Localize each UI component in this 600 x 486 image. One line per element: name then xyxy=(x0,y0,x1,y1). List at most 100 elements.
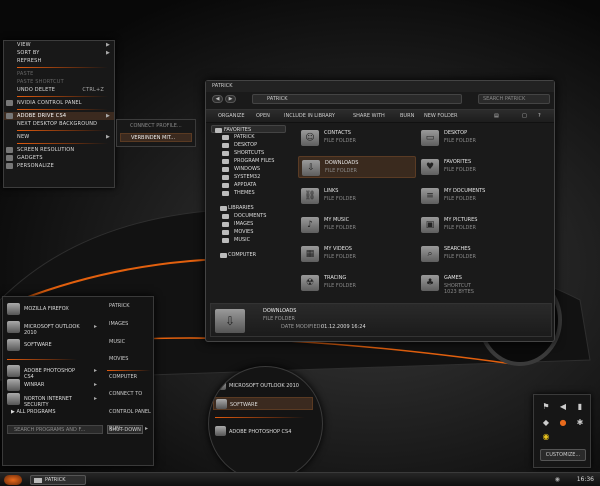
preview-pane-icon[interactable]: □ xyxy=(522,113,527,119)
start-button[interactable] xyxy=(4,475,22,485)
nav-item-movies[interactable]: Movies xyxy=(208,228,286,236)
forward-button[interactable]: ▶ xyxy=(225,95,236,103)
start-link-patrick[interactable]: Patrick xyxy=(109,303,130,309)
start-search-input[interactable]: Search programs and f... xyxy=(7,425,103,434)
menu-item-next-desktop-background[interactable]: Next desktop background xyxy=(4,120,114,128)
search-input[interactable]: Search Patrick xyxy=(478,94,550,104)
include-in-library-button[interactable]: Include in library xyxy=(284,113,335,119)
file-tile-desktop[interactable]: ▭ Desktop File folder xyxy=(418,127,536,149)
explorer-window: Patrick ◀ ▶ Patrick Search Patrick Organ… xyxy=(205,80,555,342)
menu-item-refresh[interactable]: Refresh xyxy=(4,57,114,65)
flag-icon[interactable]: ⚑ xyxy=(542,403,550,411)
program-microsoft-outlook-2010[interactable]: Microsoft Outlook 2010 ▸ xyxy=(7,321,97,336)
menu-item-personalize[interactable]: Personalize xyxy=(4,162,114,170)
nav-item-music[interactable]: Music xyxy=(208,236,286,244)
tray-expand-icon[interactable]: ◉ xyxy=(555,476,560,483)
file-tile-tracing[interactable]: ☢ Tracing File folder xyxy=(298,272,416,294)
help-icon[interactable]: ? xyxy=(538,113,541,119)
file-tile-searches[interactable]: ⌕ Searches File folder xyxy=(418,243,536,265)
start-link-movies[interactable]: Movies xyxy=(109,356,128,362)
nav-item-patrick[interactable]: Patrick xyxy=(208,133,286,141)
nav-item-label: Patrick xyxy=(234,134,255,140)
nav-item-label: Shortcuts xyxy=(234,150,265,156)
file-tile-games[interactable]: ♣ Games Shortcut 1023 bytes xyxy=(418,272,536,295)
burn-button[interactable]: Burn xyxy=(400,113,414,119)
downloads-folder-icon: ⇩ xyxy=(302,160,320,176)
program-norton-internet-security[interactable]: Norton Internet Security ▸ xyxy=(7,393,97,411)
command-bar: Organize Open Include in library Share w… xyxy=(206,109,554,123)
clock[interactable]: 16:36 xyxy=(577,476,594,483)
file-tile-downloads[interactable]: ⇩ Downloads File folder xyxy=(298,156,416,178)
nav-item-appdata[interactable]: AppData xyxy=(208,181,286,189)
file-tile-links[interactable]: ⛓ Links File folder xyxy=(298,185,416,207)
shield-icon[interactable]: ◉ xyxy=(542,433,550,441)
start-link-run[interactable]: Run... xyxy=(109,426,125,432)
file-size: 1023 bytes xyxy=(444,289,474,295)
menu-item-adobe-drive-cs4[interactable]: Adobe Drive CS4 ▶ xyxy=(4,112,114,120)
menu-item-new[interactable]: New ▶ xyxy=(4,133,114,141)
submenu-item-verbinden-mit[interactable]: Verbinden mit... xyxy=(120,133,192,142)
start-link-music[interactable]: Music xyxy=(109,339,125,345)
folder-icon xyxy=(222,222,229,227)
chevron-right-icon: ▸ xyxy=(94,381,98,388)
file-tile-my-documents[interactable]: ≡ My Documents File folder xyxy=(418,185,536,207)
menu-item-sort-by[interactable]: Sort by ▶ xyxy=(4,49,114,57)
menu-item-undo-delete[interactable]: Undo Delete Ctrl+Z xyxy=(4,86,114,94)
file-tile-my-pictures[interactable]: ▣ My Pictures File folder xyxy=(418,214,536,236)
new-folder-button[interactable]: New folder xyxy=(424,113,458,119)
organize-button[interactable]: Organize xyxy=(218,113,245,119)
nav-libraries-header[interactable]: Libraries xyxy=(208,204,286,212)
nav-computer-header[interactable]: Computer xyxy=(208,251,286,259)
nvidia-icon[interactable]: ◆ xyxy=(542,419,550,427)
menu-item-paste[interactable]: Paste xyxy=(4,70,114,78)
program-adobe-photoshop-cs4[interactable]: Adobe Photoshop CS4 ▸ xyxy=(7,365,97,380)
view-options-icon[interactable]: ▤ xyxy=(494,113,499,119)
menu-item-screen-resolution[interactable]: Screen resolution xyxy=(4,146,114,154)
network-icon[interactable]: ▮ xyxy=(576,403,584,411)
file-name: Favorites xyxy=(444,159,472,165)
menu-item-label: NVIDIA Control Panel xyxy=(17,100,82,106)
program-software[interactable]: Software xyxy=(7,339,81,352)
file-tile-favorites[interactable]: ♥ Favorites File folder xyxy=(418,156,536,178)
start-link-connect-to[interactable]: Connect to xyxy=(109,391,142,397)
file-tile-my-videos[interactable]: ▦ My Videos File folder xyxy=(298,243,416,265)
open-button[interactable]: Open xyxy=(256,113,270,119)
start-link-computer[interactable]: Computer xyxy=(109,374,137,380)
start-link-images[interactable]: Images xyxy=(109,321,128,327)
bluetooth-icon[interactable]: ✱ xyxy=(576,419,584,427)
shutdown-options-icon[interactable]: ▸ xyxy=(145,425,148,432)
file-tile-my-music[interactable]: ♪ My Music File folder xyxy=(298,214,416,236)
start-link-control-panel[interactable]: Control Panel xyxy=(109,409,151,415)
program-mozilla-firefox[interactable]: Mozilla Firefox xyxy=(7,303,81,316)
nav-favorites-header[interactable]: Favorites xyxy=(211,125,286,133)
nav-item-documents[interactable]: Documents xyxy=(208,212,286,220)
menu-item-paste-shortcut[interactable]: Paste shortcut xyxy=(4,78,114,86)
back-button[interactable]: ◀ xyxy=(212,95,223,103)
menu-item-gadgets[interactable]: Gadgets xyxy=(4,154,114,162)
customize-button[interactable]: Customize... xyxy=(540,449,586,461)
nav-item-system32[interactable]: System32 xyxy=(208,173,286,181)
app-icon[interactable]: ● xyxy=(559,419,567,427)
nav-item-images[interactable]: Images xyxy=(208,220,286,228)
file-tile-contacts[interactable]: ☺ Contacts File folder xyxy=(298,127,416,149)
menu-item-nvidia-control-panel[interactable]: NVIDIA Control Panel xyxy=(4,99,114,107)
nav-item-desktop[interactable]: Desktop xyxy=(208,141,286,149)
nav-item-themes[interactable]: Themes xyxy=(208,189,286,197)
magnified-item-microsoft-outlook-2010[interactable]: Microsoft Outlook 2010 xyxy=(213,379,313,392)
nav-item-program-files[interactable]: Program Files xyxy=(208,157,286,165)
submenu-item-connect-profile[interactable]: Connect Profile... xyxy=(120,122,192,131)
software-icon xyxy=(7,339,20,351)
folder-icon xyxy=(222,167,229,172)
folder-icon xyxy=(222,143,229,148)
nav-item-windows[interactable]: Windows xyxy=(208,165,286,173)
menu-item-view[interactable]: View ▶ xyxy=(4,41,114,49)
details-type: File folder xyxy=(263,316,295,322)
volume-icon[interactable]: ◀ xyxy=(559,403,567,411)
share-with-button[interactable]: Share with xyxy=(353,113,385,119)
nav-item-shortcuts[interactable]: Shortcuts xyxy=(208,149,286,157)
program-winrar[interactable]: WinRAR ▸ xyxy=(7,379,97,392)
address-bar[interactable]: Patrick xyxy=(252,94,462,104)
taskbar-explorer-button[interactable]: Patrick xyxy=(30,475,86,485)
magnified-item-software[interactable]: Software xyxy=(213,397,313,410)
magnified-item-adobe-photoshop-cs4[interactable]: Adobe Photoshop CS4 xyxy=(213,425,313,438)
